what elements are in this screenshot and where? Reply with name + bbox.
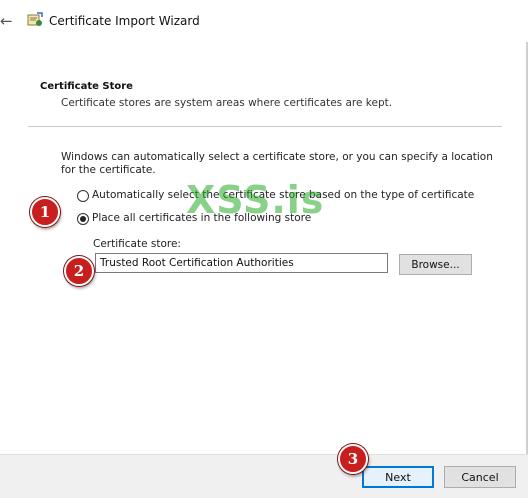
annotation-badge-1: 1 — [30, 197, 60, 227]
radio-auto-select-label[interactable]: Automatically select the certificate sto… — [92, 189, 474, 201]
certificate-wizard-icon — [27, 12, 43, 28]
certificate-store-field[interactable] — [95, 253, 388, 273]
back-arrow-icon[interactable]: ← — [0, 12, 16, 30]
certificate-store-label: Certificate store: — [93, 238, 181, 250]
explanation-text: Windows can automatically select a certi… — [61, 151, 493, 176]
browse-button[interactable]: Browse... — [399, 254, 472, 275]
window-title: Certificate Import Wizard — [49, 14, 200, 28]
radio-place-all[interactable] — [77, 213, 89, 225]
radio-place-all-label[interactable]: Place all certificates in the following … — [92, 212, 311, 224]
title-bar: ← Certificate Import Wizard — [0, 0, 528, 42]
next-button[interactable]: Next — [362, 466, 434, 488]
annotation-badge-2: 2 — [64, 256, 94, 286]
divider — [28, 126, 502, 127]
cancel-button[interactable]: Cancel — [444, 466, 516, 488]
section-description: Certificate stores are system areas wher… — [61, 97, 393, 109]
section-header: Certificate Store — [40, 81, 133, 92]
annotation-badge-3: 3 — [338, 444, 368, 474]
radio-auto-select[interactable] — [77, 190, 89, 202]
